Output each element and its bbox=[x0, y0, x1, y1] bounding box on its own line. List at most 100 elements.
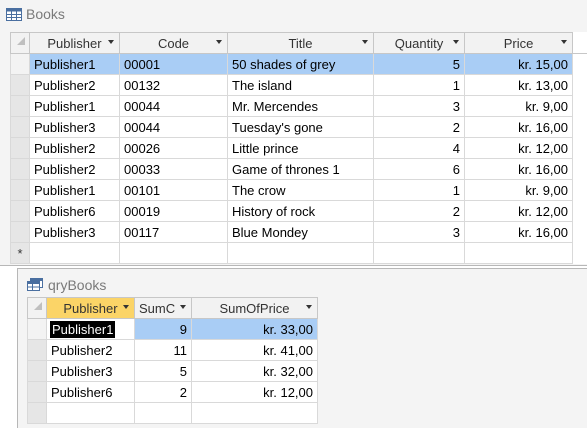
cell-publisher[interactable]: Publisher2 bbox=[30, 159, 120, 180]
dropdown-arrow-icon[interactable] bbox=[123, 305, 129, 309]
record-selector[interactable] bbox=[11, 117, 30, 138]
select-all-button[interactable] bbox=[28, 298, 47, 319]
cell-publisher[interactable]: Publisher3 bbox=[47, 361, 135, 382]
dropdown-arrow-icon[interactable] bbox=[362, 40, 368, 44]
cell-publisher[interactable]: Publisher3 bbox=[30, 222, 120, 243]
cell-code[interactable]: 00132 bbox=[120, 75, 228, 96]
cell-title[interactable]: Game of thrones 1 bbox=[228, 159, 374, 180]
new-record-row[interactable]: * bbox=[11, 243, 587, 264]
books-title-bar[interactable]: Books bbox=[0, 0, 587, 28]
table-row[interactable]: Publisher6 00019 History of rock 2 kr. 1… bbox=[11, 201, 587, 222]
select-all-button[interactable] bbox=[11, 33, 30, 54]
table-row[interactable]: Publisher2 00033 Game of thrones 1 6 kr.… bbox=[11, 159, 587, 180]
cell-code[interactable]: 00044 bbox=[120, 117, 228, 138]
cell-sumc[interactable]: 11 bbox=[135, 340, 192, 361]
cell-code[interactable]: 00101 bbox=[120, 180, 228, 201]
cell-publisher[interactable]: Publisher1 bbox=[47, 319, 135, 340]
cell-quantity[interactable]: 6 bbox=[374, 159, 465, 180]
cell-price[interactable]: kr. 9,00 bbox=[465, 180, 573, 201]
record-selector[interactable] bbox=[11, 75, 30, 96]
cell-quantity[interactable]: 5 bbox=[374, 54, 465, 75]
col-header-sumc[interactable]: SumC bbox=[135, 298, 192, 319]
cell-new-price[interactable] bbox=[465, 243, 573, 264]
table-row[interactable]: Publisher6 2 kr. 12,00 bbox=[28, 382, 318, 403]
cell-publisher[interactable]: Publisher6 bbox=[47, 382, 135, 403]
cell-quantity[interactable]: 1 bbox=[374, 180, 465, 201]
cell-title[interactable]: Mr. Mercendes bbox=[228, 96, 374, 117]
cell-publisher[interactable]: Publisher1 bbox=[30, 96, 120, 117]
cell-price[interactable]: kr. 13,00 bbox=[465, 75, 573, 96]
col-header-sumofprice[interactable]: SumOfPrice bbox=[192, 298, 318, 319]
table-row[interactable]: Publisher3 5 kr. 32,00 bbox=[28, 361, 318, 382]
cell-title[interactable]: The crow bbox=[228, 180, 374, 201]
cell-quantity[interactable]: 3 bbox=[374, 96, 465, 117]
table-row[interactable]: Publisher2 00132 The island 1 kr. 13,00 bbox=[11, 75, 587, 96]
cell-publisher[interactable]: Publisher2 bbox=[30, 75, 120, 96]
table-row[interactable]: Publisher3 00117 Blue Mondey 3 kr. 16,00 bbox=[11, 222, 587, 243]
cell-publisher[interactable]: Publisher2 bbox=[30, 138, 120, 159]
cell-publisher[interactable]: Publisher6 bbox=[30, 201, 120, 222]
record-selector[interactable] bbox=[11, 159, 30, 180]
table-row[interactable]: Publisher3 00044 Tuesday's gone 2 kr. 16… bbox=[11, 117, 587, 138]
cell-new-publisher[interactable] bbox=[30, 243, 120, 264]
record-selector[interactable] bbox=[28, 361, 47, 382]
cell-sumofprice[interactable]: kr. 32,00 bbox=[192, 361, 318, 382]
cell-sumc[interactable]: 2 bbox=[135, 382, 192, 403]
cell-publisher[interactable]: Publisher3 bbox=[30, 117, 120, 138]
cell-title[interactable]: The island bbox=[228, 75, 374, 96]
cell-price[interactable]: kr. 12,00 bbox=[465, 201, 573, 222]
dropdown-arrow-icon[interactable] bbox=[453, 40, 459, 44]
table-row[interactable]: Publisher2 11 kr. 41,00 bbox=[28, 340, 318, 361]
cell-new-quantity[interactable] bbox=[374, 243, 465, 264]
cell-quantity[interactable]: 2 bbox=[374, 201, 465, 222]
cell-code[interactable]: 00026 bbox=[120, 138, 228, 159]
cell-sumofprice[interactable]: kr. 12,00 bbox=[192, 382, 318, 403]
cell-publisher[interactable]: Publisher1 bbox=[30, 54, 120, 75]
cell-quantity[interactable]: 3 bbox=[374, 222, 465, 243]
record-selector[interactable] bbox=[28, 319, 47, 340]
cell-sumc[interactable]: 5 bbox=[135, 361, 192, 382]
dropdown-arrow-icon[interactable] bbox=[108, 40, 114, 44]
cell-price[interactable]: kr. 16,00 bbox=[465, 222, 573, 243]
cell-code[interactable]: 00044 bbox=[120, 96, 228, 117]
cell-sumofprice[interactable]: kr. 41,00 bbox=[192, 340, 318, 361]
dropdown-arrow-icon[interactable] bbox=[306, 305, 312, 309]
qrybooks-title-bar[interactable]: qryBooks bbox=[18, 269, 587, 297]
focused-cell-text[interactable]: Publisher1 bbox=[51, 322, 114, 337]
table-row[interactable]: Publisher1 9 kr. 33,00 bbox=[28, 319, 318, 340]
cell-code[interactable]: 00019 bbox=[120, 201, 228, 222]
cell-price[interactable]: kr. 9,00 bbox=[465, 96, 573, 117]
cell-code[interactable]: 00001 bbox=[120, 54, 228, 75]
cell-code[interactable]: 00117 bbox=[120, 222, 228, 243]
cell-quantity[interactable]: 1 bbox=[374, 75, 465, 96]
cell-quantity[interactable]: 2 bbox=[374, 117, 465, 138]
table-row[interactable]: Publisher2 00026 Little prince 4 kr. 12,… bbox=[11, 138, 587, 159]
cell-quantity[interactable]: 4 bbox=[374, 138, 465, 159]
cell-title[interactable]: History of rock bbox=[228, 201, 374, 222]
record-selector[interactable] bbox=[11, 54, 30, 75]
dropdown-arrow-icon[interactable] bbox=[180, 305, 186, 309]
record-selector[interactable] bbox=[11, 96, 30, 117]
cell-price[interactable]: kr. 12,00 bbox=[465, 138, 573, 159]
dropdown-arrow-icon[interactable] bbox=[216, 40, 222, 44]
cell-publisher[interactable]: Publisher2 bbox=[47, 340, 135, 361]
col-header-title[interactable]: Title bbox=[228, 33, 374, 54]
cell-title[interactable]: 50 shades of grey bbox=[228, 54, 374, 75]
col-header-quantity[interactable]: Quantity bbox=[374, 33, 465, 54]
record-selector[interactable] bbox=[11, 201, 30, 222]
col-header-publisher[interactable]: Publisher bbox=[47, 298, 135, 319]
cell-price[interactable]: kr. 16,00 bbox=[465, 159, 573, 180]
table-row[interactable]: Publisher1 00101 The crow 1 kr. 9,00 bbox=[11, 180, 587, 201]
cell-title[interactable]: Little prince bbox=[228, 138, 374, 159]
cell-title[interactable]: Blue Mondey bbox=[228, 222, 374, 243]
cell-price[interactable]: kr. 16,00 bbox=[465, 117, 573, 138]
cell-new-code[interactable] bbox=[120, 243, 228, 264]
cell-title[interactable]: Tuesday's gone bbox=[228, 117, 374, 138]
cell-sumofprice[interactable]: kr. 33,00 bbox=[192, 319, 318, 340]
col-header-code[interactable]: Code bbox=[120, 33, 228, 54]
col-header-price[interactable]: Price bbox=[465, 33, 573, 54]
new-record-marker[interactable]: * bbox=[11, 243, 30, 264]
cell-sumc[interactable]: 9 bbox=[135, 319, 192, 340]
record-selector[interactable] bbox=[11, 180, 30, 201]
cell-code[interactable]: 00033 bbox=[120, 159, 228, 180]
